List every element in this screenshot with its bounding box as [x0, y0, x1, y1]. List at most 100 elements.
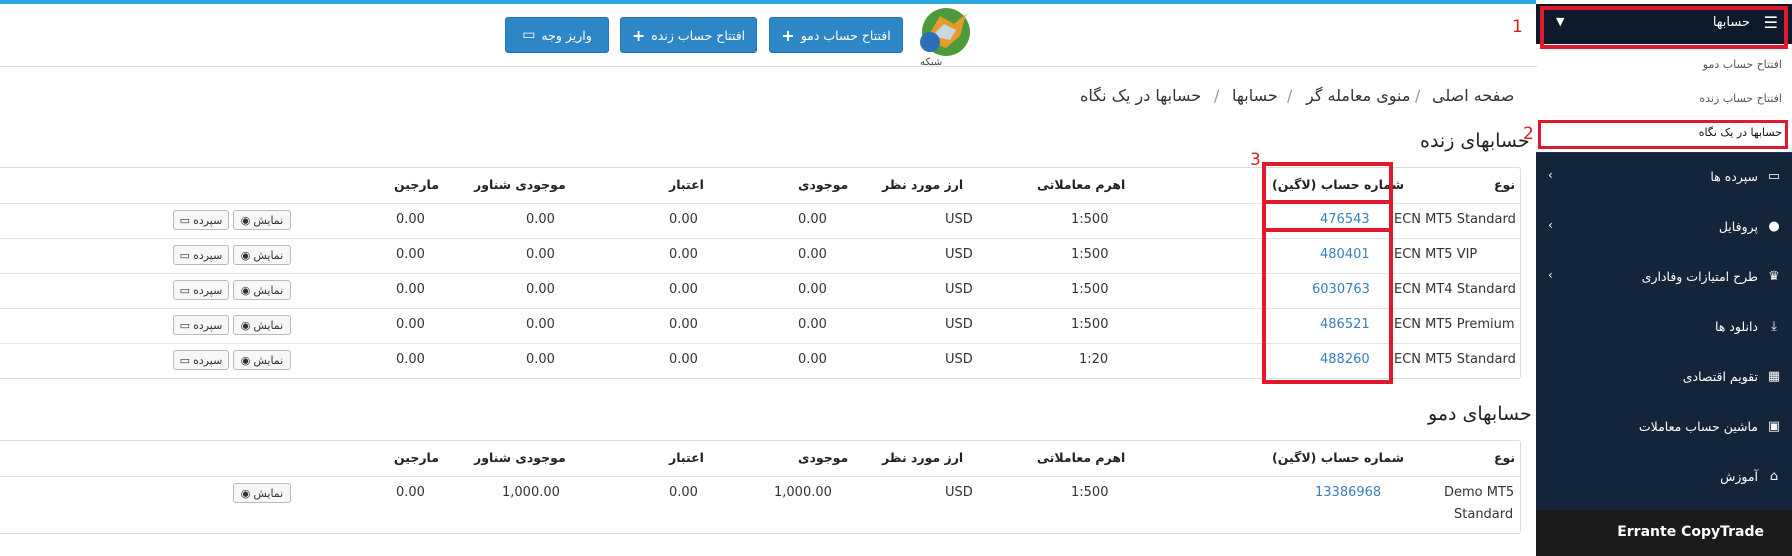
cell-leverage: 1:500 — [1071, 485, 1109, 500]
bank-icon: ⌂ — [1769, 469, 1779, 484]
sidebar-item-downloads[interactable]: ⤓ دانلود ها — [1536, 303, 1792, 353]
column-header: ارز مورد نظر — [882, 450, 964, 465]
chevron-left-icon: ‹ — [1548, 218, 1553, 232]
top-accent-line — [0, 0, 1792, 4]
column-header: موجودی — [798, 450, 849, 465]
deposit-row-button[interactable]: ▭ سپرده — [173, 315, 229, 335]
breadcrumb-separator: / — [1415, 86, 1421, 105]
sidebar-subitem-open-demo[interactable]: افتتاح حساب دمو — [1703, 58, 1782, 71]
open-live-account-button[interactable]: + افتتاح حساب زنده — [620, 17, 757, 53]
cell-currency: USD — [945, 247, 973, 262]
column-header: اهرم معاملاتی — [1037, 177, 1126, 192]
column-header: موجودی — [798, 177, 849, 192]
button-label: سپرده — [193, 283, 223, 297]
show-button[interactable]: ◉ نمایش — [233, 350, 291, 370]
calendar-icon: ▦ — [1767, 369, 1781, 384]
cell-login-link[interactable]: 13386968 — [1315, 485, 1381, 500]
show-button[interactable]: ◉ نمایش — [233, 280, 291, 300]
cell-leverage: 1:500 — [1071, 317, 1109, 332]
cell-type: Standard — [1454, 507, 1514, 522]
row-divider — [0, 476, 1520, 477]
show-button[interactable]: ◉ نمایش — [233, 483, 291, 503]
show-button[interactable]: ◉ نمایش — [233, 315, 291, 335]
cell-balance: 0.00 — [798, 247, 827, 262]
cell-currency: USD — [945, 352, 973, 367]
cell-currency: USD — [945, 485, 973, 500]
cell-margin: 0.00 — [396, 352, 425, 367]
breadcrumb-current: حسابها در یک نگاه — [1080, 86, 1202, 105]
cell-floating-balance: 0.00 — [526, 247, 555, 262]
breadcrumb-accounts[interactable]: حسابها — [1232, 86, 1278, 105]
column-header: شماره حساب (لاگین) — [1272, 450, 1404, 465]
deposit-row-button[interactable]: ▭ سپرده — [173, 280, 229, 300]
cell-margin: 0.00 — [396, 247, 425, 262]
deposit-row-button[interactable]: ▭ سپرده — [173, 245, 229, 265]
breadcrumb-separator: / — [1214, 86, 1220, 105]
card-icon: ▭ — [179, 318, 191, 332]
sidebar-subitem-open-live[interactable]: افتتاح حساب زنده — [1699, 92, 1782, 105]
cell-floating-balance: 0.00 — [526, 282, 555, 297]
cell-currency: USD — [945, 282, 973, 297]
cell-type: Demo MT5 — [1444, 485, 1515, 500]
sidebar-item-deposits[interactable]: ▭ سپرده ها ‹ — [1536, 153, 1792, 203]
cell-balance: 0.00 — [798, 352, 827, 367]
card-icon: ▭ — [179, 248, 191, 262]
annotation-label: 1 — [1512, 17, 1523, 37]
eye-icon: ◉ — [240, 248, 251, 262]
sidebar-item-calculator[interactable]: ▣ ماشین حساب معاملات — [1536, 403, 1792, 453]
cell-type: ECN MT5 Standard — [1394, 352, 1516, 367]
sidebar-item-label: دانلود ها — [1714, 319, 1758, 334]
column-header: اهرم معاملاتی — [1037, 450, 1126, 465]
cell-floating-balance: 0.00 — [526, 212, 555, 227]
cell-credit: 0.00 — [669, 317, 698, 332]
button-label: نمایش — [253, 353, 284, 367]
highlight-box — [1538, 120, 1788, 149]
deposit-row-button[interactable]: ▭ سپرده — [173, 210, 229, 230]
user-icon: ● — [1768, 219, 1780, 234]
cell-leverage: 1:500 — [1071, 282, 1109, 297]
cell-currency: USD — [945, 212, 973, 227]
calculator-icon: ▣ — [1767, 419, 1781, 434]
demo-accounts-table: نوع شماره حساب (لاگین) اهرم معاملاتی ارز… — [0, 440, 1521, 534]
cell-credit: 0.00 — [669, 247, 698, 262]
cell-floating-balance: 0.00 — [526, 317, 555, 332]
sidebar-item-education[interactable]: ⌂ آموزش — [1536, 453, 1792, 503]
button-label: نمایش — [253, 318, 284, 332]
cell-balance: 0.00 — [798, 212, 827, 227]
deposit-row-button[interactable]: ▭ سپرده — [173, 350, 229, 370]
sidebar-item-calendar[interactable]: ▦ تقویم اقتصادی — [1536, 353, 1792, 403]
cell-credit: 0.00 — [669, 352, 698, 367]
cell-leverage: 1:500 — [1071, 212, 1109, 227]
cell-type: ECN MT4 Standard — [1394, 282, 1516, 297]
cell-margin: 0.00 — [396, 282, 425, 297]
sidebar-item-label: ماشین حساب معاملات — [1638, 419, 1758, 434]
cell-credit: 0.00 — [669, 212, 698, 227]
button-label: افتتاح حساب زنده — [651, 27, 746, 43]
sidebar-item-profile[interactable]: ● پروفایل ‹ — [1536, 203, 1792, 253]
sidebar-footer-label: Errante CopyTrade — [1617, 524, 1764, 540]
show-button[interactable]: ◉ نمایش — [233, 210, 291, 230]
breadcrumb-separator: / — [1287, 86, 1293, 105]
cell-type: ECN MT5 Standard — [1394, 212, 1516, 227]
deposit-button[interactable]: ▭ واریز وجه — [505, 17, 609, 53]
highlight-box — [1540, 6, 1788, 49]
show-button[interactable]: ◉ نمایش — [233, 245, 291, 265]
sidebar-item-label: آموزش — [1720, 469, 1758, 484]
column-header: مارجین — [394, 450, 439, 465]
sidebar-item-accounts[interactable]: حسابها ☰ ▼ — [1536, 4, 1792, 49]
breadcrumb-trader-menu[interactable]: منوی معامله گر — [1306, 86, 1410, 105]
breadcrumb-home[interactable]: صفحه اصلی — [1432, 86, 1514, 105]
chevron-left-icon: ‹ — [1548, 268, 1553, 282]
button-label: نمایش — [253, 486, 284, 500]
cell-balance: 1,000.00 — [774, 485, 832, 500]
sidebar-item-label: پروفایل — [1718, 219, 1758, 234]
cell-currency: USD — [945, 317, 973, 332]
eye-icon: ◉ — [240, 318, 251, 332]
card-icon: ▭ — [179, 353, 191, 367]
cell-balance: 0.00 — [798, 282, 827, 297]
column-header: نوع — [1494, 177, 1516, 192]
open-demo-account-button[interactable]: + افتتاح حساب دمو — [769, 17, 903, 53]
column-header: مارجین — [394, 177, 439, 192]
sidebar-item-loyalty[interactable]: ♛ طرح امتیازات وفاداری ‹ — [1536, 253, 1792, 303]
sidebar-footer-copytrade[interactable]: Errante CopyTrade — [1536, 510, 1792, 556]
